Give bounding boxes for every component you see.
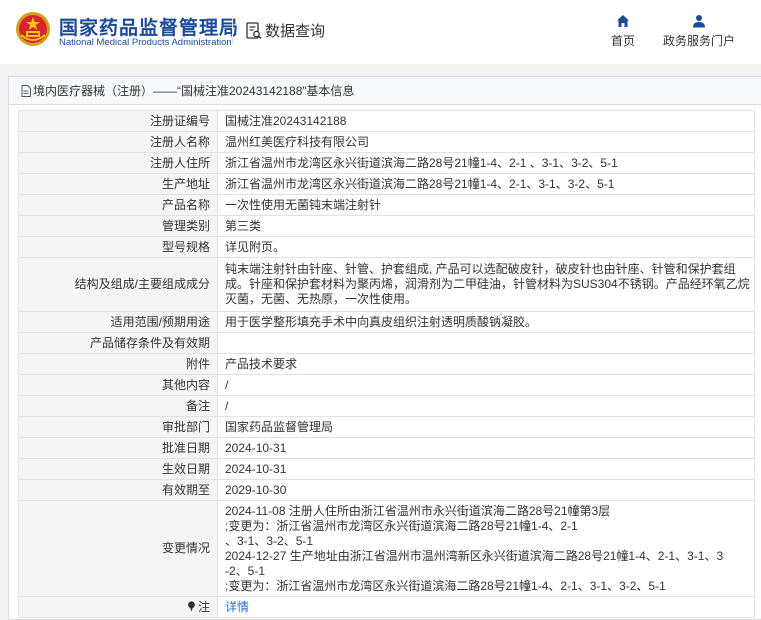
row-label: 型号规格 [18,236,218,258]
change-history-value: 2024-11-08 注册人住所由浙江省温州市永兴街道滨海二路28号21幢第3层… [217,500,755,597]
registration-info-table: 注册证编号 国械注准20243142188 注册人名称 温州红美医疗科技有限公司… [18,110,755,618]
row-value: 温州红美医疗科技有限公司 [217,131,755,153]
nav-service-portal[interactable]: 政务服务门户 [660,14,738,49]
panel-title-bar: 境内医疗器械（注册）——“国械注准20243142188”基本信息 [9,77,761,105]
table-row: 注册人名称 温州红美医疗科技有限公司 [18,131,755,153]
table-row: 批准日期 2024-10-31 [18,437,755,459]
row-label: 审批部门 [18,416,218,438]
table-row: 有效期至 2029-10-30 [18,479,755,501]
row-value: 详见附页。 [217,236,755,258]
change-line: ;变更为：浙江省温州市龙湾区永兴街道滨海二路28号21幢1-4、2-1 [225,518,578,533]
row-value: 用于医学整形填充手术中向真皮组织注射透明质酸钠凝胶。 [217,311,755,333]
row-label: 有效期至 [18,479,218,501]
change-line: 、3-1、3-2、5-1 [225,533,314,548]
row-value: 一次性使用无菌钝末端注射针 [217,194,755,216]
pin-icon [188,600,195,612]
table-row: 附件 产品技术要求 [18,353,755,375]
row-label: 注册证编号 [18,110,218,132]
document-search-icon [246,21,262,39]
row-value: 2024-10-31 [217,437,755,459]
row-value: 浙江省温州市龙湾区永兴街道滨海二路28号21幢1-4、2-1 、3-1、3-2、… [217,152,755,174]
table-row: 型号规格 详见附页。 [18,236,755,258]
change-line: -2、5-1 [225,563,266,578]
row-value: 钝末端注射针由针座、针管、护套组成, 产品可以选配破皮针，破皮针也由针座、针管和… [217,257,755,312]
row-label: 结构及组成/主要组成成分 [18,257,218,312]
row-label: 产品名称 [18,194,218,216]
row-value: 2029-10-30 [217,479,755,501]
row-label: 生效日期 [18,458,218,480]
user-icon [693,15,705,28]
nav-service-portal-label: 政务服务门户 [662,34,735,48]
row-label: 适用范围/预期用途 [18,311,218,333]
table-row: 结构及组成/主要组成成分 钝末端注射针由针座、针管、护套组成, 产品可以选配破皮… [18,257,755,312]
row-label: 管理类别 [18,215,218,237]
note-value: 详情 [217,596,755,618]
row-value: / [217,374,755,396]
national-emblem-icon [16,12,50,46]
row-value: 产品技术要求 [217,353,755,375]
table-row: 其他内容 / [18,374,755,396]
change-line: 2024-11-08 注册人住所由浙江省温州市永兴街道滨海二路28号21幢第3层 [225,503,611,518]
change-line: ;变更为：浙江省温州市龙湾区永兴街道滨海二路28号21幢1-4、2-1、3-1、… [225,578,666,593]
details-link[interactable]: 详情 [225,600,249,614]
table-row: 注册人住所 浙江省温州市龙湾区永兴街道滨海二路28号21幢1-4、2-1 、3-… [18,152,755,174]
row-label: 附件 [18,353,218,375]
table-row: 产品储存条件及有效期 [18,332,755,354]
table-row: 适用范围/预期用途 用于医学整形填充手术中向真皮组织注射透明质酸钠凝胶。 [18,311,755,333]
note-label-cell: 注 [18,596,218,618]
note-label: 注 [197,599,210,614]
panel-title: 境内医疗器械（注册）——“国械注准20243142188”基本信息 [33,84,355,98]
data-query-label: 数据查询 [265,23,326,40]
table-row: 产品名称 一次性使用无菌钝末端注射针 [18,194,755,216]
site-header: 国家药品监督管理局 National Medical Products Admi… [0,0,761,64]
data-query-link[interactable]: 数据查询 [246,20,325,41]
header-divider [232,16,233,44]
row-value: / [217,395,755,417]
row-label: 其他内容 [18,374,218,396]
row-value [217,332,755,354]
nav-home-label: 首页 [610,34,635,48]
row-value: 国械注准20243142188 [217,110,755,132]
row-value: 国家药品监督管理局 [217,416,755,438]
row-label: 注册人名称 [18,131,218,153]
home-icon [617,15,629,27]
nav-home[interactable]: 首页 [605,14,641,49]
row-label: 备注 [18,395,218,417]
brand-title-cn: 国家药品监督管理局 [59,18,240,39]
document-icon [21,84,31,97]
row-value: 浙江省温州市龙湾区永兴街道滨海二路28号21幢1-4、2-1、3-1、3-2、5… [217,173,755,195]
row-label: 生产地址 [18,173,218,195]
brand-title-en: National Medical Products Administration [59,37,232,48]
table-row: 生产地址 浙江省温州市龙湾区永兴街道滨海二路28号21幢1-4、2-1、3-1、… [18,173,755,195]
table-row: 备注 / [18,395,755,417]
change-line: 2024-12-27 生产地址由浙江省温州市温州湾新区永兴街道滨海二路28号21… [225,548,724,563]
table-row: 注册证编号 国械注准20243142188 [18,110,755,132]
row-value: 2024-10-31 [217,458,755,480]
detail-panel: 境内医疗器械（注册）——“国械注准20243142188”基本信息 注册证编号 … [8,76,761,620]
table-row: 管理类别 第三类 [18,215,755,237]
row-label: 批准日期 [18,437,218,459]
row-label: 注册人住所 [18,152,218,174]
table-row-change-history: 变更情况 2024-11-08 注册人住所由浙江省温州市永兴街道滨海二路28号2… [18,500,755,597]
table-row-note: 注 详情 [18,596,755,618]
table-row: 生效日期 2024-10-31 [18,458,755,480]
row-label: 产品储存条件及有效期 [18,332,218,354]
table-row: 审批部门 国家药品监督管理局 [18,416,755,438]
row-label: 变更情况 [18,500,218,597]
row-value: 第三类 [217,215,755,237]
